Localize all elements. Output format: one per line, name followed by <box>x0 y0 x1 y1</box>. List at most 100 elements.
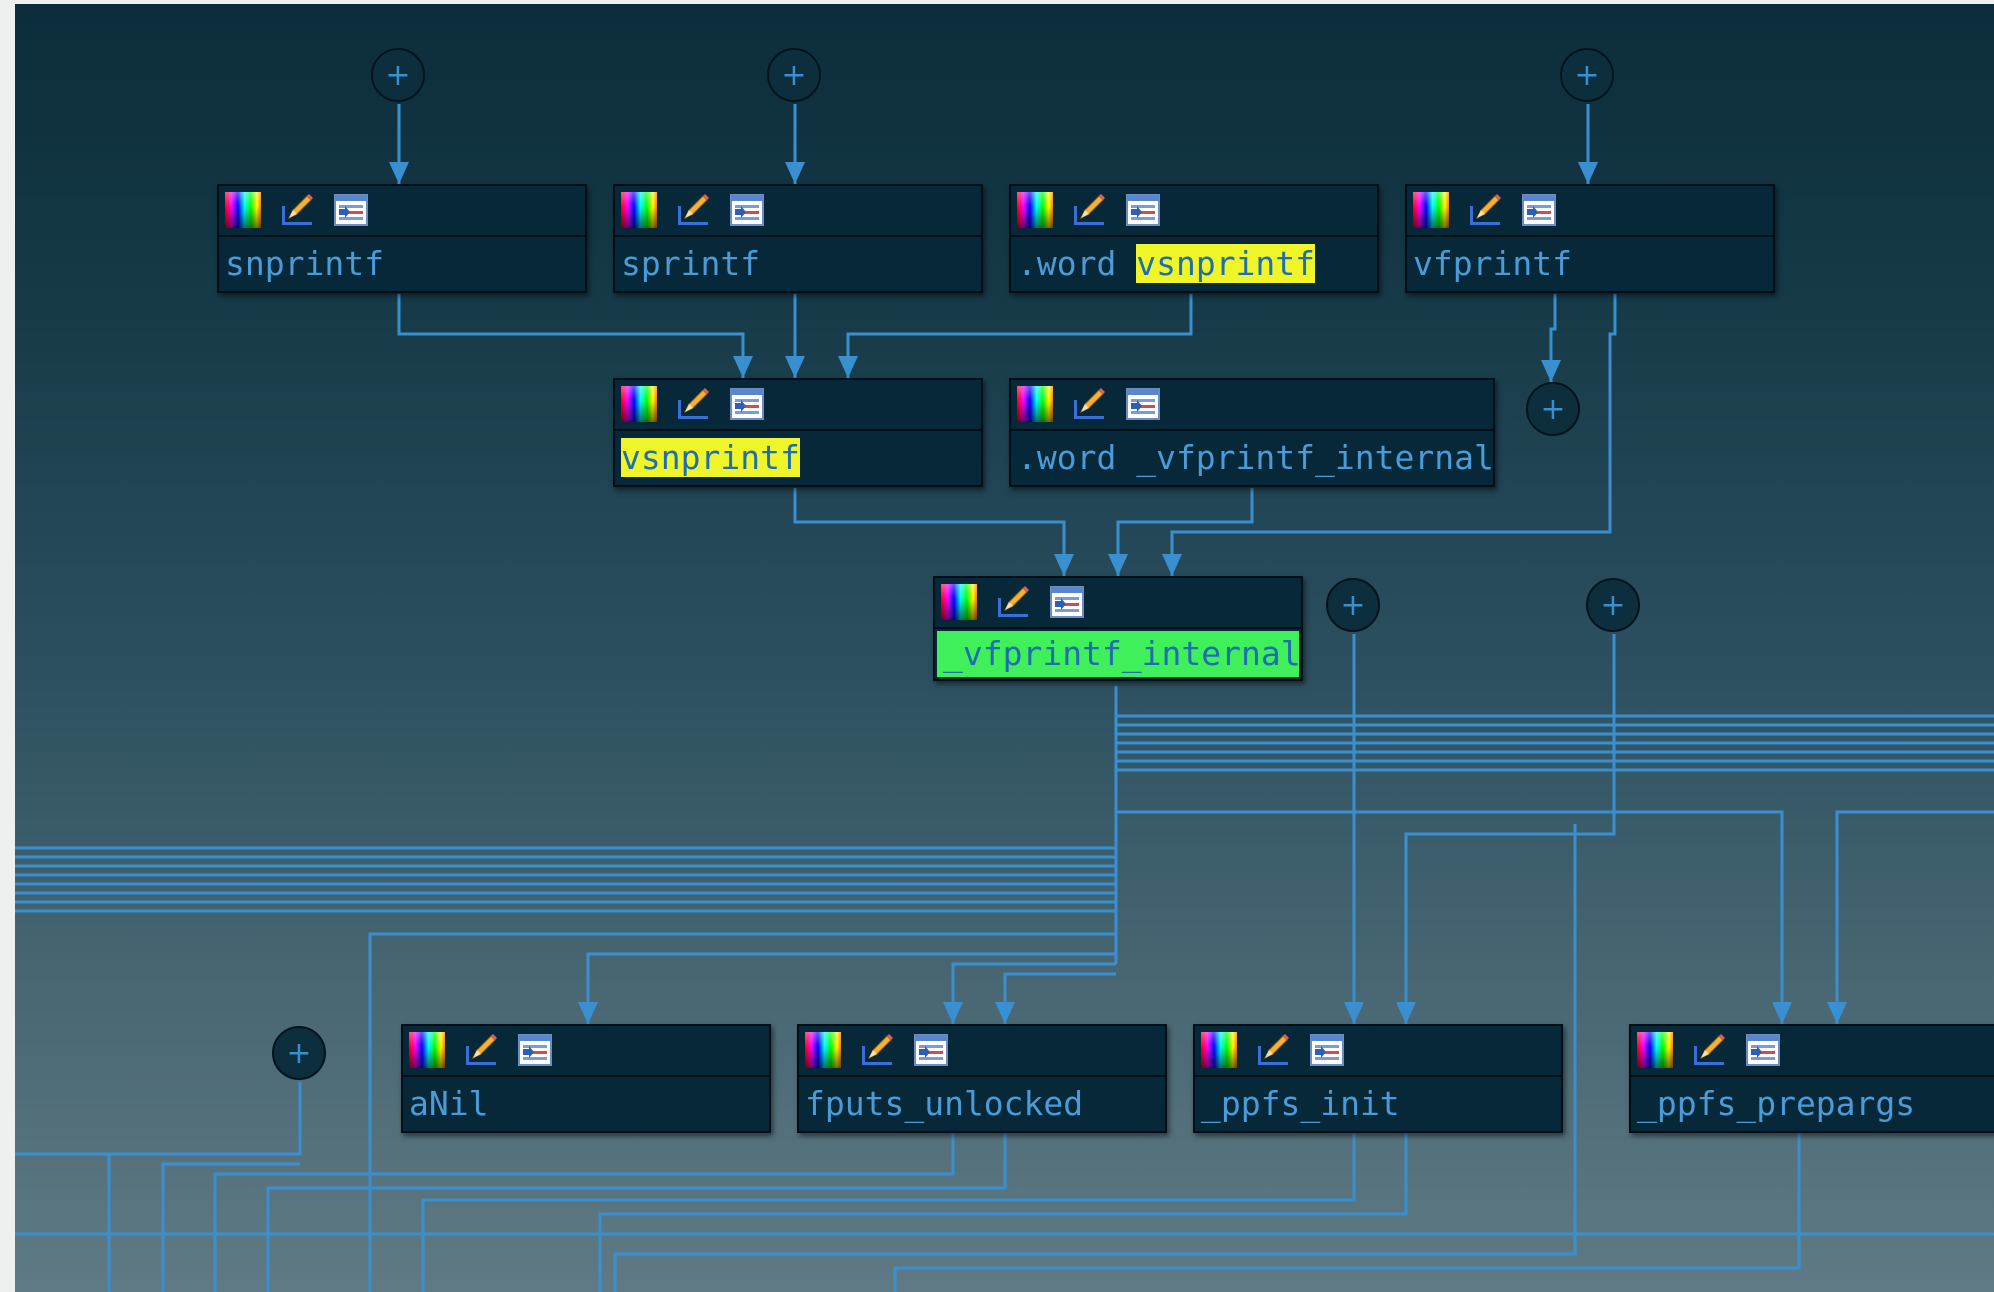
call-edge <box>15 1082 302 1156</box>
expand-button[interactable]: + <box>371 48 425 102</box>
graph-node-vfprintf[interactable]: vfprintf <box>1405 184 1775 293</box>
color-palette-icon[interactable] <box>409 1032 445 1068</box>
call-edge <box>793 488 1066 576</box>
node-toolbar <box>1011 186 1377 237</box>
expand-button[interactable]: + <box>1526 382 1580 436</box>
expand-button[interactable]: + <box>1586 578 1640 632</box>
edge-arrowhead <box>838 356 858 378</box>
color-palette-icon[interactable] <box>1201 1032 1237 1068</box>
edge-arrowhead <box>578 1002 598 1024</box>
edge-arrowhead <box>943 1002 963 1024</box>
color-palette-icon[interactable] <box>621 192 657 228</box>
edit-pencil-icon[interactable] <box>1071 386 1107 422</box>
expand-button[interactable]: + <box>272 1026 326 1080</box>
graph-node-vsnprintf[interactable]: vsnprintf <box>613 378 983 487</box>
edge-arrowhead <box>1578 162 1598 184</box>
edit-pencil-icon[interactable] <box>1071 192 1107 228</box>
xref-list-icon[interactable] <box>1049 584 1085 620</box>
xref-list-icon[interactable] <box>1309 1032 1345 1068</box>
edit-pencil-icon[interactable] <box>859 1032 895 1068</box>
highlighted-symbol[interactable]: vsnprintf <box>621 438 800 477</box>
call-edge <box>893 1128 1801 1292</box>
node-label[interactable]: _ppfs_prepargs <box>1631 1077 1994 1131</box>
expand-button[interactable]: + <box>767 48 821 102</box>
edge-arrowhead <box>785 356 805 378</box>
edit-pencil-icon[interactable] <box>463 1032 499 1068</box>
call-edge <box>1116 810 1784 1024</box>
call-edge <box>1404 634 1616 1024</box>
node-toolbar <box>935 578 1301 629</box>
graph-node-ppfs-prepargs[interactable]: _ppfs_prepargs <box>1629 1024 1994 1133</box>
xref-list-icon[interactable] <box>333 192 369 228</box>
color-palette-icon[interactable] <box>1637 1032 1673 1068</box>
graph-node-word-vfprintf-internal[interactable]: .word _vfprintf_internal <box>1009 378 1495 487</box>
xref-list-icon[interactable] <box>729 192 765 228</box>
node-label[interactable]: sprintf <box>615 237 981 291</box>
xref-list-icon[interactable] <box>1521 192 1557 228</box>
edge-arrowhead <box>1054 554 1074 576</box>
xref-list-icon[interactable] <box>1125 386 1161 422</box>
edge-arrowhead <box>1344 1002 1364 1024</box>
node-label[interactable]: .word _vfprintf_internal <box>1011 431 1494 485</box>
graph-node-snprintf[interactable]: snprintf <box>217 184 587 293</box>
node-label[interactable]: vsnprintf <box>615 431 981 485</box>
graph-node-vfprintf-internal[interactable]: _vfprintf_internal <box>933 576 1303 681</box>
xref-list-icon[interactable] <box>729 386 765 422</box>
expand-button[interactable]: + <box>1560 48 1614 102</box>
edit-pencil-icon[interactable] <box>1691 1032 1727 1068</box>
node-label[interactable]: aNil <box>403 1077 769 1131</box>
node-label[interactable]: snprintf <box>219 237 585 291</box>
color-palette-icon[interactable] <box>621 386 657 422</box>
current-node-label[interactable]: _vfprintf_internal <box>937 631 1301 677</box>
edge-arrowhead <box>1396 1002 1416 1024</box>
graph-node-ppfs-init[interactable]: _ppfs_init <box>1193 1024 1563 1133</box>
node-label[interactable]: vfprintf <box>1407 237 1773 291</box>
color-palette-icon[interactable] <box>1413 192 1449 228</box>
node-toolbar <box>1407 186 1773 237</box>
node-toolbar <box>799 1026 1165 1077</box>
edit-pencil-icon[interactable] <box>995 584 1031 620</box>
edge-arrowhead <box>389 162 409 184</box>
node-label[interactable]: _ppfs_init <box>1195 1077 1561 1131</box>
node-label[interactable]: fputs_unlocked <box>799 1077 1165 1131</box>
color-palette-icon[interactable] <box>1017 192 1053 228</box>
graph-node-sprintf[interactable]: sprintf <box>613 184 983 293</box>
edit-pencil-icon[interactable] <box>279 192 315 228</box>
edge-arrowhead <box>995 1002 1015 1024</box>
edit-pencil-icon[interactable] <box>675 386 711 422</box>
expand-button[interactable]: + <box>1326 578 1380 632</box>
node-toolbar <box>1195 1026 1561 1077</box>
xref-list-icon[interactable] <box>1745 1032 1781 1068</box>
edge-arrowhead <box>1772 1002 1792 1024</box>
color-palette-icon[interactable] <box>1017 386 1053 422</box>
call-edge <box>397 294 745 378</box>
graph-node-anil[interactable]: aNil <box>401 1024 771 1133</box>
graph-node-word-vsnprintf[interactable]: .word vsnprintf <box>1009 184 1379 293</box>
node-toolbar <box>615 380 981 431</box>
node-label[interactable]: .word vsnprintf <box>1011 237 1377 291</box>
call-edge <box>15 1152 111 1292</box>
node-toolbar <box>403 1026 769 1077</box>
call-edge <box>161 1162 300 1292</box>
highlighted-symbol[interactable]: vsnprintf <box>1136 244 1316 283</box>
color-palette-icon[interactable] <box>225 192 261 228</box>
edge-arrowhead <box>733 356 753 378</box>
call-edge <box>846 294 1193 378</box>
xref-list-icon[interactable] <box>913 1032 949 1068</box>
graph-node-fputs-unlocked[interactable]: fputs_unlocked <box>797 1024 1167 1133</box>
call-edge <box>1003 972 1116 1024</box>
color-palette-icon[interactable] <box>941 584 977 620</box>
call-edge <box>213 1128 955 1292</box>
edge-arrowhead <box>785 162 805 184</box>
xref-list-icon[interactable] <box>1125 192 1161 228</box>
call-graph-canvas[interactable]: + + + + + + + snprintf sprintf .word vsn… <box>15 4 1994 1292</box>
node-toolbar <box>1011 380 1493 431</box>
edit-pencil-icon[interactable] <box>1255 1032 1291 1068</box>
color-palette-icon[interactable] <box>805 1032 841 1068</box>
edit-pencil-icon[interactable] <box>1467 192 1503 228</box>
edge-arrowhead <box>1162 554 1182 576</box>
edge-arrowhead <box>1541 360 1561 382</box>
xref-list-icon[interactable] <box>517 1032 553 1068</box>
edit-pencil-icon[interactable] <box>675 192 711 228</box>
node-toolbar <box>219 186 585 237</box>
